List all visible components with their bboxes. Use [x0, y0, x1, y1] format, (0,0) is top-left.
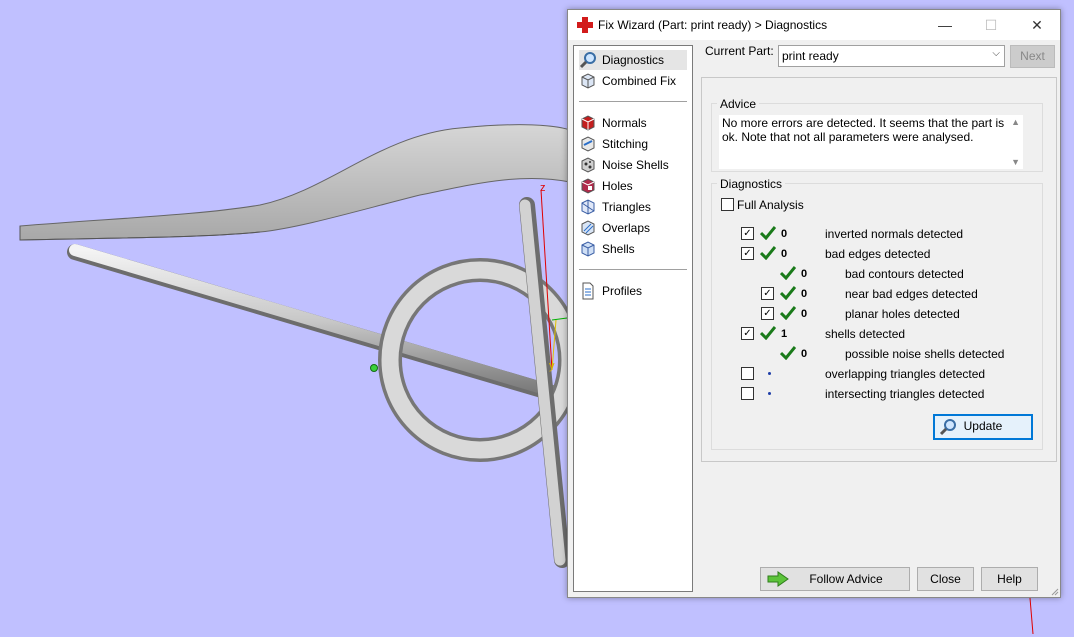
scroll-down-icon[interactable]: ▼: [1011, 157, 1020, 167]
nav-item-holes[interactable]: Holes: [579, 176, 687, 196]
planar-holes-checkbox[interactable]: ✓: [761, 307, 774, 320]
nav-item-label: Normals: [602, 116, 647, 130]
inverted-normals-label: inverted normals detected: [825, 227, 964, 241]
near-bad-edges-checkbox[interactable]: ✓: [761, 287, 774, 300]
current-part-value: print ready: [782, 49, 839, 63]
nav-item-normals[interactable]: Normals: [579, 113, 687, 133]
overlapping-triangles-checkbox[interactable]: [741, 367, 754, 380]
bad-contours-label: bad contours detected: [845, 267, 964, 281]
advice-text: No more errors are detected. It seems th…: [722, 116, 1005, 144]
advice-title: Advice: [717, 97, 760, 111]
planar-holes-label: planar holes detected: [845, 307, 960, 321]
nav-divider: [579, 269, 687, 270]
pending-dot-icon: [768, 372, 771, 375]
y-axis-label: y: [549, 360, 555, 372]
nav-item-shells[interactable]: Shells: [579, 239, 687, 259]
bad-edges-count: 0: [781, 248, 788, 260]
shells-label: shells detected: [825, 327, 906, 341]
update-button[interactable]: Update: [933, 414, 1033, 440]
full-analysis-checkbox[interactable]: [721, 198, 734, 211]
stitching-icon: [581, 136, 595, 152]
inverted-normals-checkbox[interactable]: ✓: [741, 227, 754, 240]
nav-divider: [579, 101, 687, 102]
near-bad-edges-label: near bad edges detected: [845, 287, 978, 301]
planar-holes-count: 0: [801, 308, 808, 320]
title-bar[interactable]: Fix Wizard (Part: print ready) > Diagnos…: [568, 10, 1060, 40]
bad-edges-label: bad edges detected: [825, 247, 931, 261]
green-arrow-icon: [767, 571, 789, 587]
update-label: Update: [963, 419, 1003, 433]
fix-wizard-dialog: Fix Wizard (Part: print ready) > Diagnos…: [567, 9, 1061, 598]
follow-advice-label: Follow Advice: [809, 572, 883, 586]
shells-checkbox[interactable]: ✓: [741, 327, 754, 340]
window-title: Fix Wizard (Part: print ready) > Diagnos…: [598, 18, 828, 32]
green-check-icon: [780, 346, 796, 360]
shells-count: 1: [781, 328, 788, 340]
intersecting-triangles-checkbox[interactable]: [741, 387, 754, 400]
red-cross-icon: [577, 17, 593, 33]
green-check-icon: [760, 246, 776, 260]
full-analysis-label: Full Analysis: [737, 198, 804, 212]
cube-icon: [581, 73, 595, 89]
nav-item-label: Stitching: [602, 137, 649, 151]
magnifier-icon: [579, 52, 596, 69]
bad-edges-checkbox[interactable]: ✓: [741, 247, 754, 260]
nav-item-label: Shells: [602, 242, 635, 256]
nav-item-label: Combined Fix: [602, 74, 677, 88]
green-check-icon: [760, 226, 776, 240]
maximize-button[interactable]: ☐: [968, 10, 1014, 40]
green-check-icon: [780, 286, 796, 300]
green-check-icon: [780, 306, 796, 320]
current-part-select[interactable]: print ready ⌵: [778, 45, 1005, 67]
nav-item-label: Holes: [602, 179, 633, 193]
close-button[interactable]: Close: [917, 567, 974, 591]
wizard-nav: Diagnostics Combined Fix Normals Stitchi…: [573, 45, 693, 592]
nav-item-triangles[interactable]: Triangles: [579, 197, 687, 217]
nav-item-label: Profiles: [602, 284, 643, 298]
nav-item-label: Overlaps: [602, 221, 651, 235]
green-check-icon: [780, 266, 796, 280]
nav-item-noise-shells[interactable]: Noise Shells: [579, 155, 687, 175]
nav-item-profiles[interactable]: Profiles: [579, 281, 687, 301]
overlapping-triangles-label: overlapping triangles detected: [825, 367, 986, 381]
resize-grip-icon[interactable]: [1049, 586, 1059, 596]
next-button[interactable]: Next: [1010, 45, 1055, 68]
triangles-icon: [581, 199, 595, 215]
noise-shells-icon: [581, 157, 595, 173]
bad-contours-count: 0: [801, 268, 808, 280]
close-window-button[interactable]: ✕: [1014, 10, 1060, 40]
near-bad-edges-count: 0: [801, 288, 808, 300]
nav-item-diagnostics[interactable]: Diagnostics: [579, 50, 687, 70]
nav-item-overlaps[interactable]: Overlaps: [579, 218, 687, 238]
overlaps-icon: [581, 220, 595, 236]
nav-item-label: Triangles: [602, 200, 651, 214]
nav-item-label: Noise Shells: [602, 158, 669, 172]
pending-dot-icon: [768, 392, 771, 395]
shells-icon: [581, 241, 595, 257]
nav-item-combined-fix[interactable]: Combined Fix: [579, 71, 687, 91]
intersecting-triangles-label: intersecting triangles detected: [825, 387, 985, 401]
noise-shells-label: possible noise shells detected: [845, 347, 1005, 361]
holes-icon: [581, 178, 595, 194]
nav-item-label: Diagnostics: [602, 53, 665, 67]
diagnostics-title: Diagnostics: [717, 177, 786, 191]
document-icon: [582, 282, 594, 300]
inverted-normals-count: 0: [781, 228, 788, 240]
noise-shells-count: 0: [801, 348, 808, 360]
advice-textbox[interactable]: No more errors are detected. It seems th…: [719, 115, 1023, 169]
green-check-icon: [760, 326, 776, 340]
normals-icon: [581, 115, 595, 131]
scroll-up-icon[interactable]: ▲: [1011, 117, 1020, 127]
help-button[interactable]: Help: [981, 567, 1038, 591]
nav-item-stitching[interactable]: Stitching: [579, 134, 687, 154]
z-axis-label: z: [540, 182, 546, 194]
chevron-down-icon: ⌵: [992, 48, 1000, 59]
follow-advice-button[interactable]: Follow Advice: [760, 567, 910, 591]
minimize-button[interactable]: —: [922, 10, 968, 40]
current-part-label: Current Part:: [705, 44, 774, 58]
